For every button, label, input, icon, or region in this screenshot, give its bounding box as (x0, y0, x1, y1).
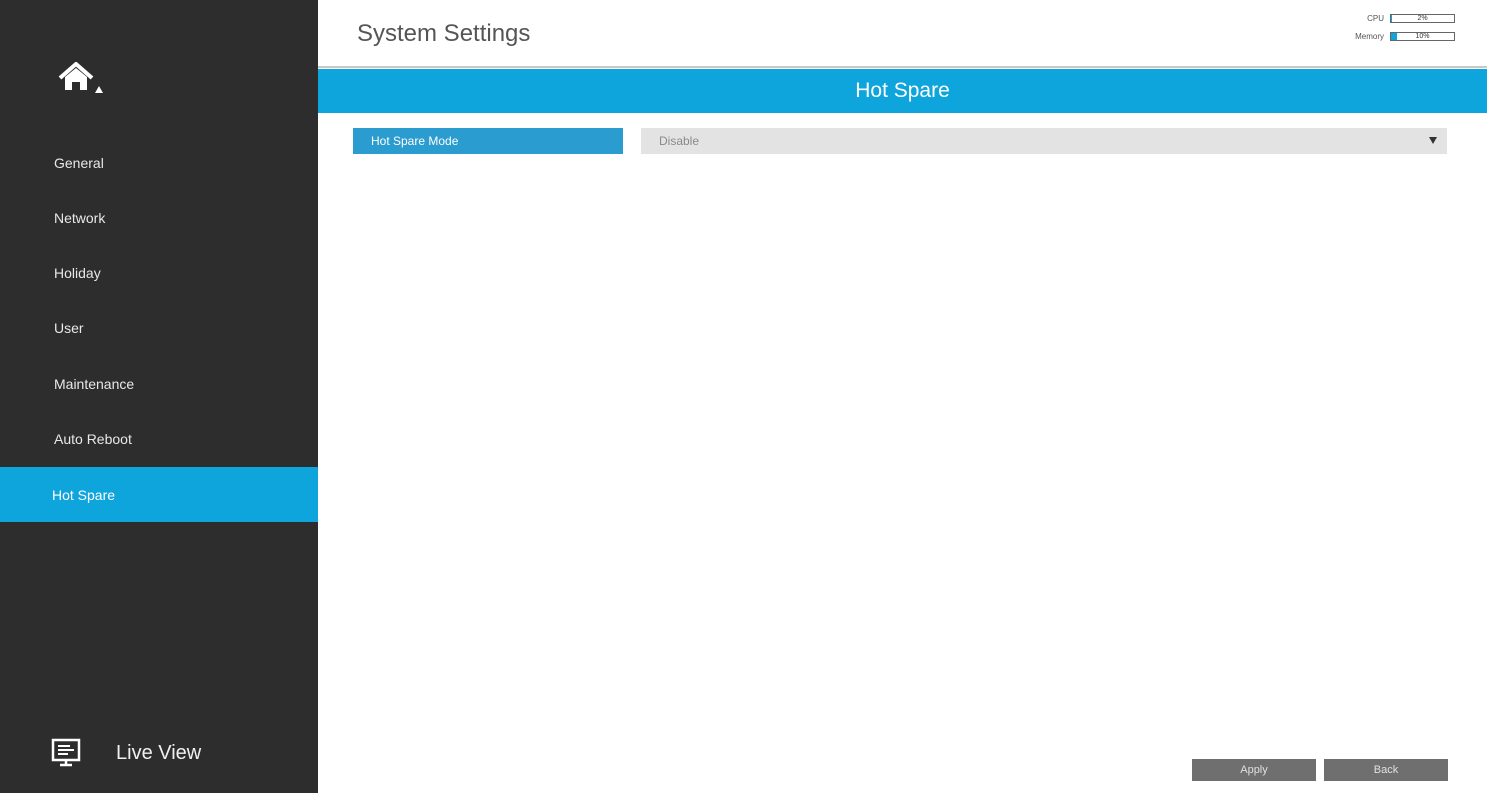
sidebar-item-label: Auto Reboot (54, 430, 132, 447)
cpu-usage-value: 2% (1417, 14, 1428, 22)
memory-usage-value: 10% (1415, 32, 1430, 40)
live-view-button[interactable]: Live View (50, 735, 270, 771)
memory-label: Memory (1355, 31, 1384, 41)
hot-spare-mode-select[interactable]: Disable (641, 128, 1447, 154)
sidebar: General Network Holiday User Maintenance… (0, 0, 318, 793)
section-title: Hot Spare (855, 79, 950, 102)
sidebar-item-holiday[interactable]: Holiday (0, 245, 318, 300)
sidebar-item-label: Network (54, 209, 106, 226)
section-header: Hot Spare (318, 69, 1487, 113)
sidebar-item-label: Maintenance (54, 375, 135, 392)
live-view-label: Live View (116, 741, 202, 764)
memory-usage-bar: 10% (1390, 31, 1455, 41)
hot-spare-mode-value: Disable (659, 134, 700, 148)
cpu-usage-bar: 2% (1390, 13, 1455, 23)
sidebar-item-hot-spare[interactable]: Hot Spare (0, 467, 318, 522)
chevron-down-icon (1429, 137, 1437, 144)
sidebar-item-label: User (54, 319, 84, 336)
sidebar-item-label: Hot Spare (52, 486, 116, 503)
sidebar-item-general[interactable]: General (0, 135, 318, 190)
page-title: System Settings (357, 20, 531, 47)
home-icon[interactable] (58, 60, 108, 100)
sidebar-item-user[interactable]: User (0, 300, 318, 355)
apply-button[interactable]: Apply (1192, 759, 1316, 781)
sidebar-item-auto-reboot[interactable]: Auto Reboot (0, 411, 318, 466)
hot-spare-mode-label-text: Hot Spare Mode (371, 134, 459, 148)
sidebar-item-label: Holiday (54, 264, 101, 281)
memory-stat: Memory 10% (1355, 30, 1455, 42)
back-button[interactable]: Back (1324, 759, 1448, 781)
monitor-icon (51, 738, 81, 767)
cpu-stat: CPU 2% (1355, 12, 1455, 24)
sidebar-item-network[interactable]: Network (0, 190, 318, 245)
system-stats: CPU 2% Memory 10% (1355, 12, 1455, 48)
cpu-label: CPU (1367, 13, 1384, 23)
hot-spare-mode-label: Hot Spare Mode (353, 128, 623, 154)
header-divider (318, 66, 1487, 68)
sidebar-item-maintenance[interactable]: Maintenance (0, 356, 318, 411)
sidebar-item-label: General (54, 154, 104, 171)
